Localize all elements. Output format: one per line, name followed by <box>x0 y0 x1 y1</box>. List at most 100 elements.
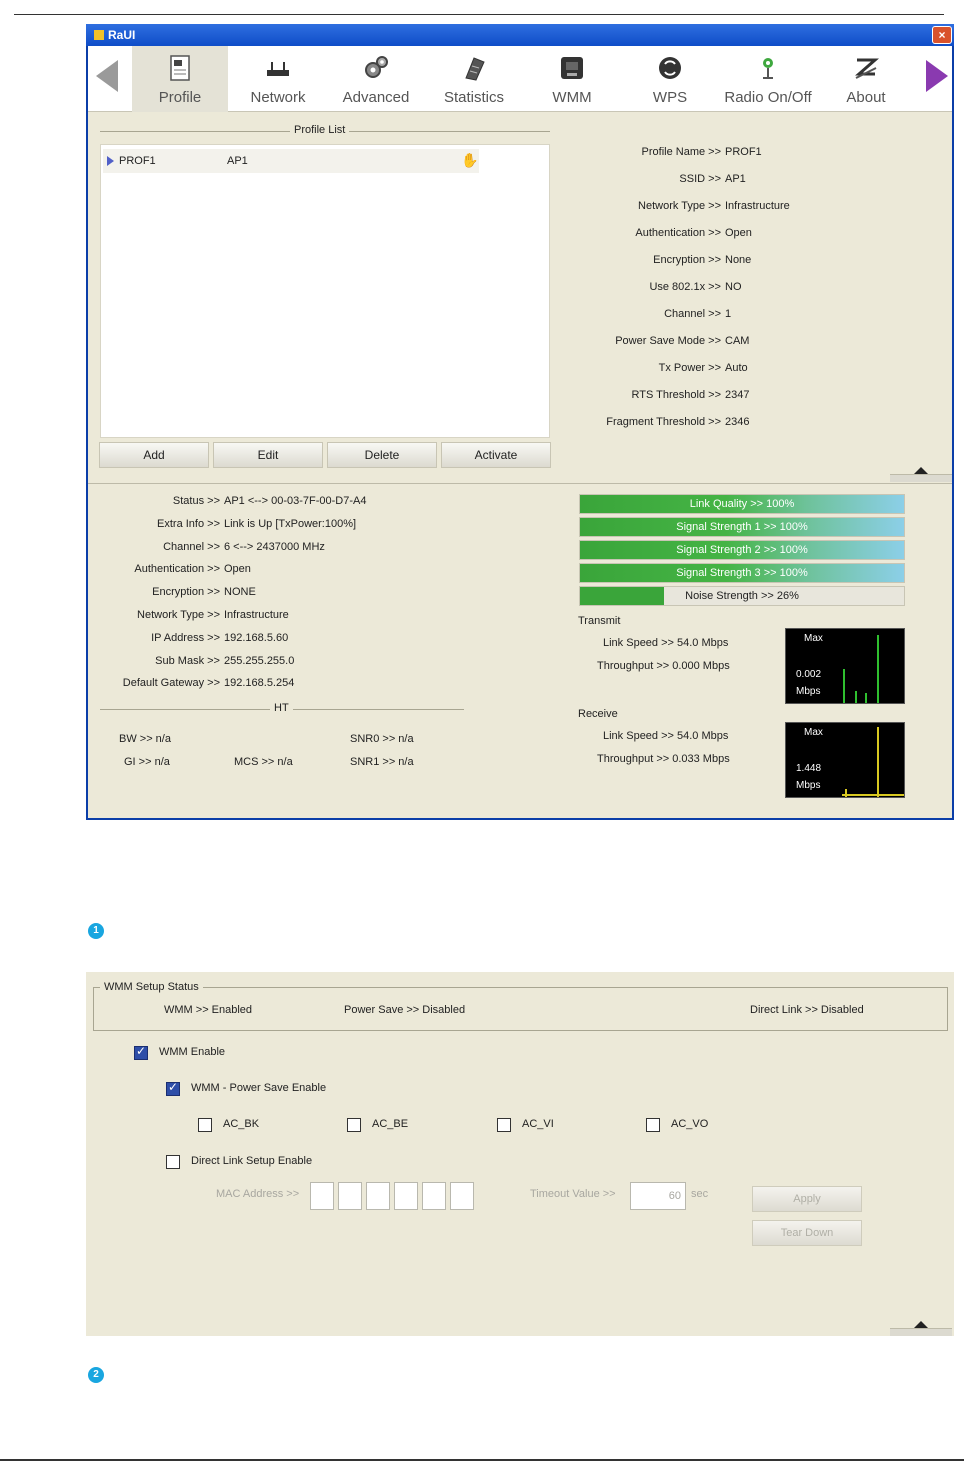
ac-bk-checkbox[interactable] <box>198 1118 212 1132</box>
profile-details-key: Authentication >> <box>635 227 721 239</box>
collapse-upper-toggle[interactable] <box>890 467 952 482</box>
mac-address-octet-2[interactable] <box>338 1182 362 1210</box>
profile-row[interactable]: PROF1 AP1 ✋ <box>103 149 479 173</box>
tab-radio-label: Radio On/Off <box>724 89 812 106</box>
ac-be-checkbox[interactable] <box>347 1118 361 1132</box>
status-info-value: 192.168.5.254 <box>224 677 295 690</box>
profile-list-legend: Profile List <box>290 124 350 136</box>
timeout-unit: sec <box>691 1188 709 1200</box>
profile-details-key: Encryption >> <box>653 254 721 266</box>
status-info-key: Encryption >> <box>152 586 220 599</box>
bar-fill <box>580 587 665 605</box>
profile-details-value: NO <box>725 281 742 293</box>
mac-address-octet-5[interactable] <box>422 1182 446 1210</box>
profile-details-key: Fragment Threshold >> <box>606 416 721 428</box>
power-save-enable-checkbox[interactable] <box>166 1080 180 1096</box>
close-button[interactable]: × <box>932 26 952 44</box>
profile-details-key: Network Type >> <box>638 200 721 212</box>
status-info-key: Extra Info >> <box>157 517 220 530</box>
receive-throughput: Throughput >> 0.033 Mbps <box>597 753 730 765</box>
tab-network[interactable]: Network <box>230 46 326 112</box>
forward-arrow-icon[interactable] <box>926 60 948 92</box>
transmit-label: Transmit <box>578 615 621 627</box>
mac-address-label: MAC Address >> <box>216 1188 300 1200</box>
profile-name-cell: PROF1 <box>119 155 156 167</box>
tab-advanced[interactable]: Advanced <box>328 46 424 112</box>
delete-button[interactable]: Delete <box>327 442 437 468</box>
profile-details-value: Open <box>725 227 752 239</box>
power-save-status-text: Power Save >> Disabled <box>344 1004 466 1016</box>
status-info-value: Link is Up [TxPower:100%] <box>224 517 357 530</box>
receive-graph-value: 1.448 <box>796 763 822 774</box>
activate-button[interactable]: Activate <box>441 442 551 468</box>
ht-gi: GI >> n/a <box>124 756 170 768</box>
edit-button[interactable]: Edit <box>213 442 323 468</box>
timeout-input[interactable]: 60 <box>630 1182 686 1210</box>
transmit-link-speed: Link Speed >> 54.0 Mbps <box>603 637 729 649</box>
wmm-enable-checkbox[interactable] <box>134 1044 148 1060</box>
about-icon <box>855 58 879 79</box>
ht-mcs: MCS >> n/a <box>234 756 293 768</box>
profile-details-key: Profile Name >> <box>641 146 721 158</box>
mac-address-octet-1[interactable] <box>310 1182 334 1210</box>
transmit-graph: Max 0.002 Mbps <box>785 628 905 704</box>
mac-address-octet-6[interactable] <box>450 1182 474 1210</box>
section-divider <box>88 483 952 484</box>
page-bottom-rule <box>0 1459 964 1461</box>
tab-radio-on-off[interactable]: Radio On/Off <box>712 46 824 112</box>
selected-arrow-icon <box>107 156 114 166</box>
timeout-label: Timeout Value >> <box>530 1188 616 1200</box>
profile-details-value: 2347 <box>725 389 750 401</box>
status-info-value: NONE <box>224 586 256 599</box>
back-arrow-icon[interactable] <box>96 60 118 92</box>
link-quality-label: Link Quality >> 100% <box>689 498 795 510</box>
tab-statistics-label: Statistics <box>443 89 504 106</box>
signal-strength-2-label: Signal Strength 2 >> 100% <box>676 544 808 556</box>
receive-graph-max: Max <box>804 727 823 738</box>
mac-address-octet-4[interactable] <box>394 1182 418 1210</box>
status-info-key: Network Type >> <box>137 609 220 621</box>
transmit-throughput: Throughput >> 0.000 Mbps <box>597 660 730 672</box>
add-button[interactable]: Add <box>99 442 209 468</box>
ac-vo-label: AC_VO <box>671 1118 709 1130</box>
profile-details-value: PROF1 <box>725 146 762 158</box>
profile-details-key: Use 802.1x >> <box>649 281 721 293</box>
apply-button[interactable]: Apply <box>752 1186 862 1212</box>
active-hand-icon: ✋ <box>461 152 479 168</box>
tab-about[interactable]: About <box>818 46 914 112</box>
statistics-icon <box>465 57 485 81</box>
profile-details-key: Power Save Mode >> <box>615 335 721 347</box>
tab-network-label: Network <box>250 89 306 106</box>
profile-details-value: 1 <box>725 308 732 320</box>
profile-list[interactable]: PROF1 AP1 ✋ <box>100 144 550 438</box>
tab-wmm-label: WMM <box>552 89 592 106</box>
noise-strength-label: Noise Strength >> 26% <box>685 590 799 602</box>
main-toolbar: Profile Network Advanced Statistics WMM … <box>88 46 952 112</box>
tear-down-button[interactable]: Tear Down <box>752 1220 862 1246</box>
ac-vo-checkbox[interactable] <box>646 1118 660 1132</box>
link-quality-bar: Link Quality >> 100% <box>579 494 905 514</box>
status-info-key: Sub Mask >> <box>155 654 220 667</box>
tab-wmm[interactable]: WMM <box>524 46 620 112</box>
tab-profile[interactable]: Profile <box>132 46 228 112</box>
ht-legend: HT <box>270 702 293 714</box>
status-info-key: Default Gateway >> <box>122 677 220 690</box>
mac-address-octet-3[interactable] <box>366 1182 390 1210</box>
power-save-enable-label: WMM - Power Save Enable <box>191 1082 327 1094</box>
status-info-key: Channel >> <box>163 540 220 553</box>
ht-snr0: SNR0 >> n/a <box>350 733 414 745</box>
tab-statistics[interactable]: Statistics <box>426 46 522 112</box>
profile-ssid-cell: AP1 <box>227 155 248 167</box>
tab-wps[interactable]: WPS <box>622 46 718 112</box>
wmm-status-text: WMM >> Enabled <box>164 1004 253 1016</box>
direct-link-enable-checkbox[interactable] <box>166 1155 180 1169</box>
signal-strength-1-label: Signal Strength 1 >> 100% <box>676 521 808 533</box>
signal-strength-3-label: Signal Strength 3 >> 100% <box>676 567 808 579</box>
collapse-lower-toggle[interactable] <box>890 1321 952 1336</box>
wmm-status-legend: WMM Setup Status <box>100 981 203 993</box>
profile-details-value: Infrastructure <box>725 200 790 212</box>
status-info-value: 192.168.5.60 <box>224 631 289 644</box>
ac-bk-label: AC_BK <box>223 1118 260 1130</box>
ac-vi-checkbox[interactable] <box>497 1118 511 1132</box>
tab-profile-label: Profile <box>158 89 202 106</box>
